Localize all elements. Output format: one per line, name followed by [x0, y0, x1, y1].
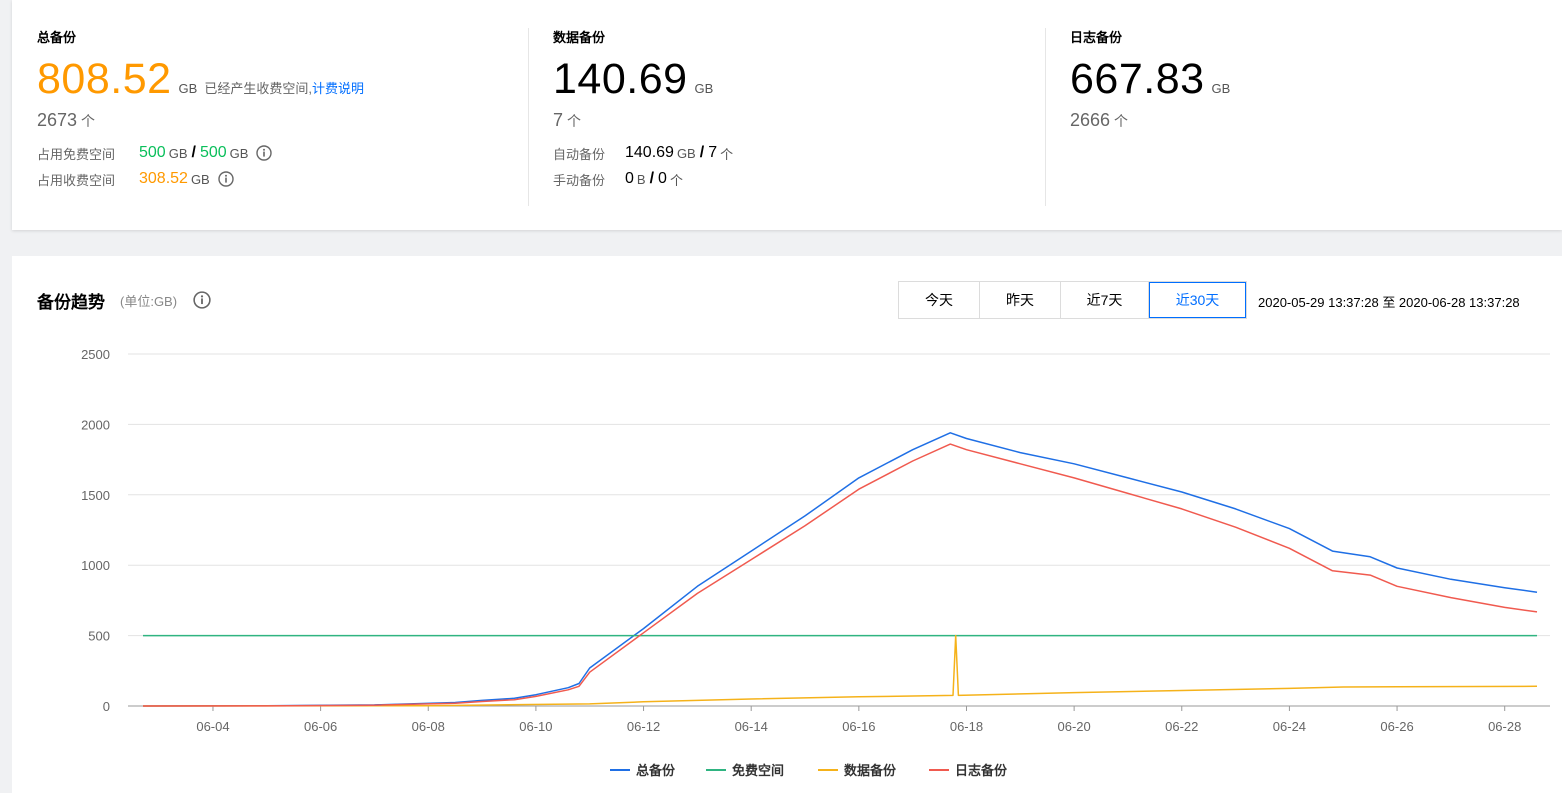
legend-label: 日志备份 — [955, 763, 1008, 778]
series-line-4 — [142, 443, 1538, 707]
auto-backup-count: 7 — [708, 144, 718, 161]
x-tick-label: 06-08 — [412, 719, 445, 734]
free-space-row: 占用免费空间 500 GB / 500 GB — [37, 142, 518, 164]
manual-backup-count-unit: 个 — [669, 172, 683, 188]
backup-trend-chart: 0 500 1000 1500 2000 2500 06-04 06-06 06-08 06-10… — [81, 347, 1550, 778]
auto-backup-size-unit: GB — [676, 145, 696, 161]
log-backup-count: 2666 — [1070, 110, 1111, 130]
legend-label: 总备份 — [636, 763, 676, 778]
free-space-used-unit: GB — [168, 145, 188, 161]
total-backup-count-unit: 个 — [81, 113, 96, 129]
free-space-used: 500 — [139, 144, 166, 161]
log-backup-panel: 日志备份 667.83 GB 2666 个 — [1045, 0, 1562, 230]
x-tick-label: 06-16 — [842, 719, 875, 734]
slash-separator: / — [191, 144, 196, 161]
paid-space-row: 占用收费空间 308.52 GB — [37, 168, 518, 190]
summary-card: 总备份 808.52 GB 已经产生收费空间, 计费说明 2673 个 占用免费空… — [12, 0, 1562, 230]
data-backup-count-unit: 个 — [567, 113, 582, 129]
manual-backup-row: 手动备份 0 B / 0 个 — [553, 168, 1035, 190]
data-backup-unit: GB — [694, 81, 714, 96]
data-backup-value: 140.69 — [553, 55, 688, 103]
info-icon[interactable] — [218, 171, 234, 187]
manual-backup-label: 手动备份 — [553, 172, 606, 188]
free-space-label: 占用免费空间 — [37, 146, 116, 162]
log-backup-value: 667.83 — [1070, 55, 1205, 103]
total-backup-title: 总备份 — [37, 30, 77, 45]
auto-backup-size: 140.69 — [625, 144, 674, 161]
manual-backup-size: 0 — [625, 170, 634, 187]
paid-space-value: 308.52 — [139, 170, 188, 187]
total-backup-value: 808.52 — [37, 55, 172, 103]
x-tick-label: 06-24 — [1273, 719, 1306, 734]
free-space-total-unit: GB — [229, 145, 249, 161]
auto-backup-row: 自动备份 140.69 GB / 7 个 — [553, 142, 1035, 164]
x-tick-label: 06-12 — [627, 719, 660, 734]
log-backup-count-unit: 个 — [1114, 113, 1129, 129]
y-tick-label: 0 — [103, 699, 110, 714]
log-backup-unit: GB — [1211, 81, 1231, 96]
free-space-total: 500 — [199, 144, 227, 161]
manual-backup-size-unit: B — [636, 171, 646, 187]
data-backup-count: 7 — [553, 110, 564, 130]
x-tick-label: 06-14 — [735, 719, 768, 734]
total-backup-panel: 总备份 808.52 GB 已经产生收费空间, 计费说明 2673 个 占用免费空… — [12, 0, 528, 230]
auto-backup-label: 自动备份 — [553, 146, 606, 162]
x-tick-label: 06-10 — [519, 719, 552, 734]
x-tick-label: 06-20 — [1058, 719, 1091, 734]
x-tick-label: 06-28 — [1488, 719, 1521, 734]
y-tick-label: 1000 — [81, 558, 110, 573]
charge-note: 已经产生收费空间, — [204, 81, 312, 96]
legend-label: 数据备份 — [844, 763, 897, 778]
total-backup-unit: GB — [178, 81, 198, 96]
y-tick-label: 2500 — [81, 347, 110, 362]
range-30days-button[interactable]: 近30天 — [1149, 282, 1246, 318]
series-line-1 — [142, 432, 1538, 707]
y-tick-label: 500 — [88, 629, 110, 644]
x-tick-label: 06-26 — [1380, 719, 1413, 734]
data-backup-panel: 数据备份 140.69 GB 7个 自动备份 140.69 GB / 7 个 手… — [528, 0, 1045, 230]
x-tick-label: 06-04 — [196, 719, 229, 734]
x-tick-label: 06-06 — [304, 719, 337, 734]
data-backup-title: 数据备份 — [553, 30, 606, 45]
slash-separator: / — [649, 170, 655, 187]
slash-separator: / — [699, 144, 705, 161]
manual-backup-count: 0 — [658, 170, 667, 187]
total-backup-count: 2673 — [37, 110, 78, 130]
x-tick-label: 06-18 — [950, 719, 983, 734]
x-tick-label: 06-22 — [1165, 719, 1198, 734]
legend-label: 免费空间 — [732, 763, 784, 778]
info-icon[interactable] — [256, 145, 273, 161]
series-line-3 — [142, 634, 1538, 707]
y-tick-label: 2000 — [81, 417, 110, 432]
y-tick-label: 1500 — [81, 488, 110, 503]
paid-space-unit: GB — [190, 171, 210, 187]
auto-backup-count-unit: 个 — [720, 146, 734, 162]
log-backup-title: 日志备份 — [1070, 30, 1123, 45]
billing-explanation-link[interactable]: 计费说明 — [312, 78, 364, 97]
paid-space-label: 占用收费空间 — [37, 172, 116, 188]
